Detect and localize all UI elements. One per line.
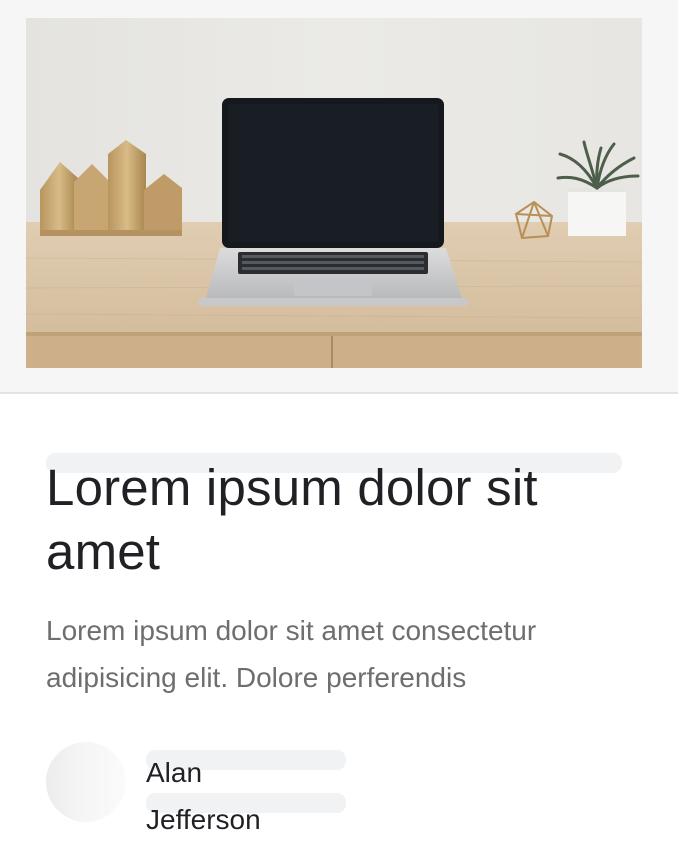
card-title: Lorem ipsum dolor sit amet	[46, 459, 538, 580]
card-image-area	[0, 0, 678, 394]
author-first-name: Alan	[146, 757, 203, 788]
author-last-name: Jefferson	[146, 804, 261, 835]
card-photo	[26, 18, 642, 368]
laptop-desk-illustration	[26, 18, 642, 368]
article-card[interactable]: Lorem ipsum dolor sit amet Lorem ipsum d…	[0, 0, 678, 856]
card-description: Lorem ipsum dolor sit amet consectetur a…	[46, 615, 537, 693]
avatar-icon	[46, 742, 126, 822]
